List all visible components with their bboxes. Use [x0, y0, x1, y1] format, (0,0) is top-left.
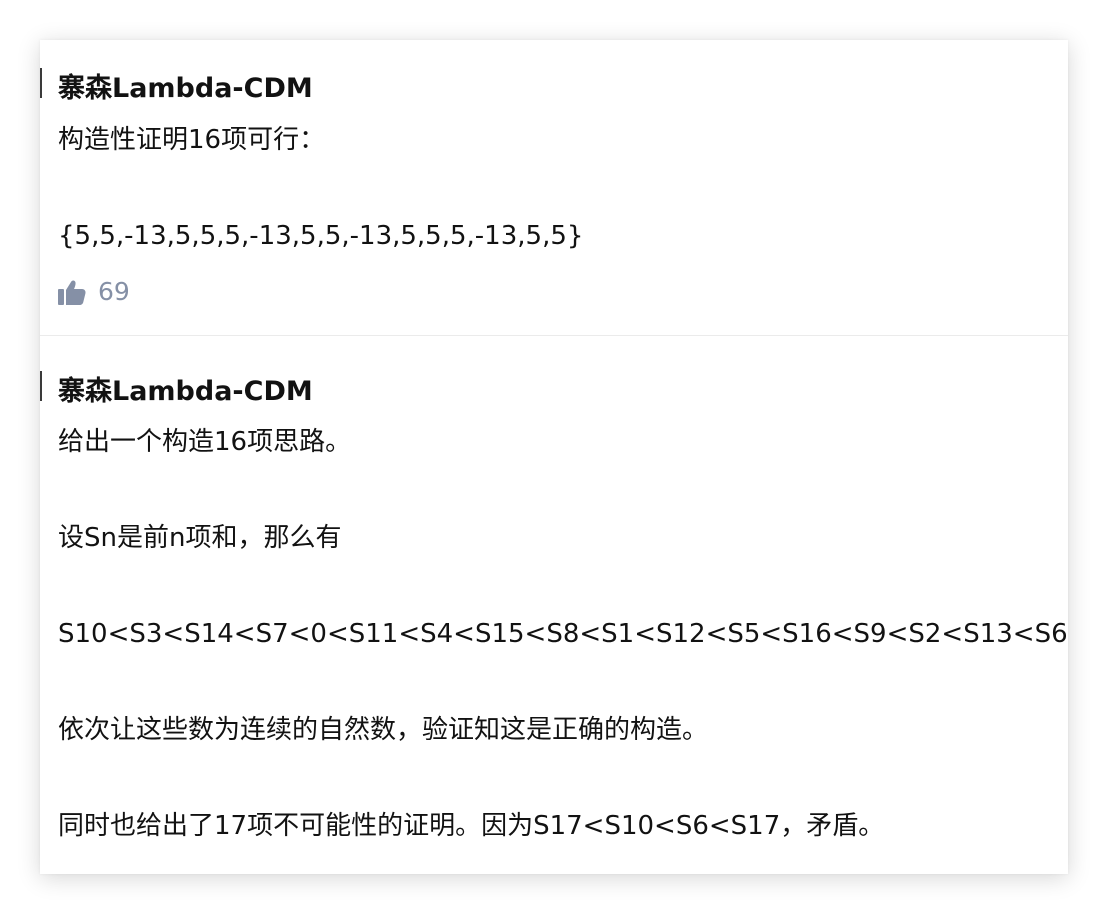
author-marker [40, 371, 42, 401]
answer-item: 寨森Lambda-CDM 给出一个构造16项思路。 设Sn是前n项和，那么有 S… [40, 336, 1068, 874]
answer-paragraph: S10<S3<S14<S7<0<S11<S4<S15<S8<S1<S12<S5<… [58, 619, 1068, 649]
answer-paragraph: 构造性证明16项可行： [58, 125, 326, 155]
comment-card: 寨森Lambda-CDM 构造性证明16项可行： {5,5,-13,5,5,5,… [40, 40, 1068, 874]
answer-paragraph: 设Sn是前n项和，那么有 [58, 523, 342, 553]
author-marker [40, 68, 42, 98]
vote-count: 69 [98, 277, 130, 306]
answer-paragraph: {5,5,-13,5,5,5,-13,5,5,-13,5,5,5,-13,5,5… [58, 221, 584, 251]
answer-paragraph: 同时也给出了17项不可能性的证明。因为S17<S10<S6<S17，矛盾。 [58, 811, 885, 841]
answer-paragraph: 依次让这些数为连续的自然数，验证知这是正确的构造。 [58, 715, 709, 745]
author-name[interactable]: 寨森Lambda-CDM [58, 369, 313, 408]
thumbs-up-icon [58, 280, 86, 305]
answer-item: 寨森Lambda-CDM 构造性证明16项可行： {5,5,-13,5,5,5,… [40, 40, 1068, 336]
vote-button[interactable]: 69 [58, 277, 130, 306]
author-name[interactable]: 寨森Lambda-CDM [58, 66, 313, 105]
answer-paragraph: 给出一个构造16项思路。 [58, 427, 352, 457]
